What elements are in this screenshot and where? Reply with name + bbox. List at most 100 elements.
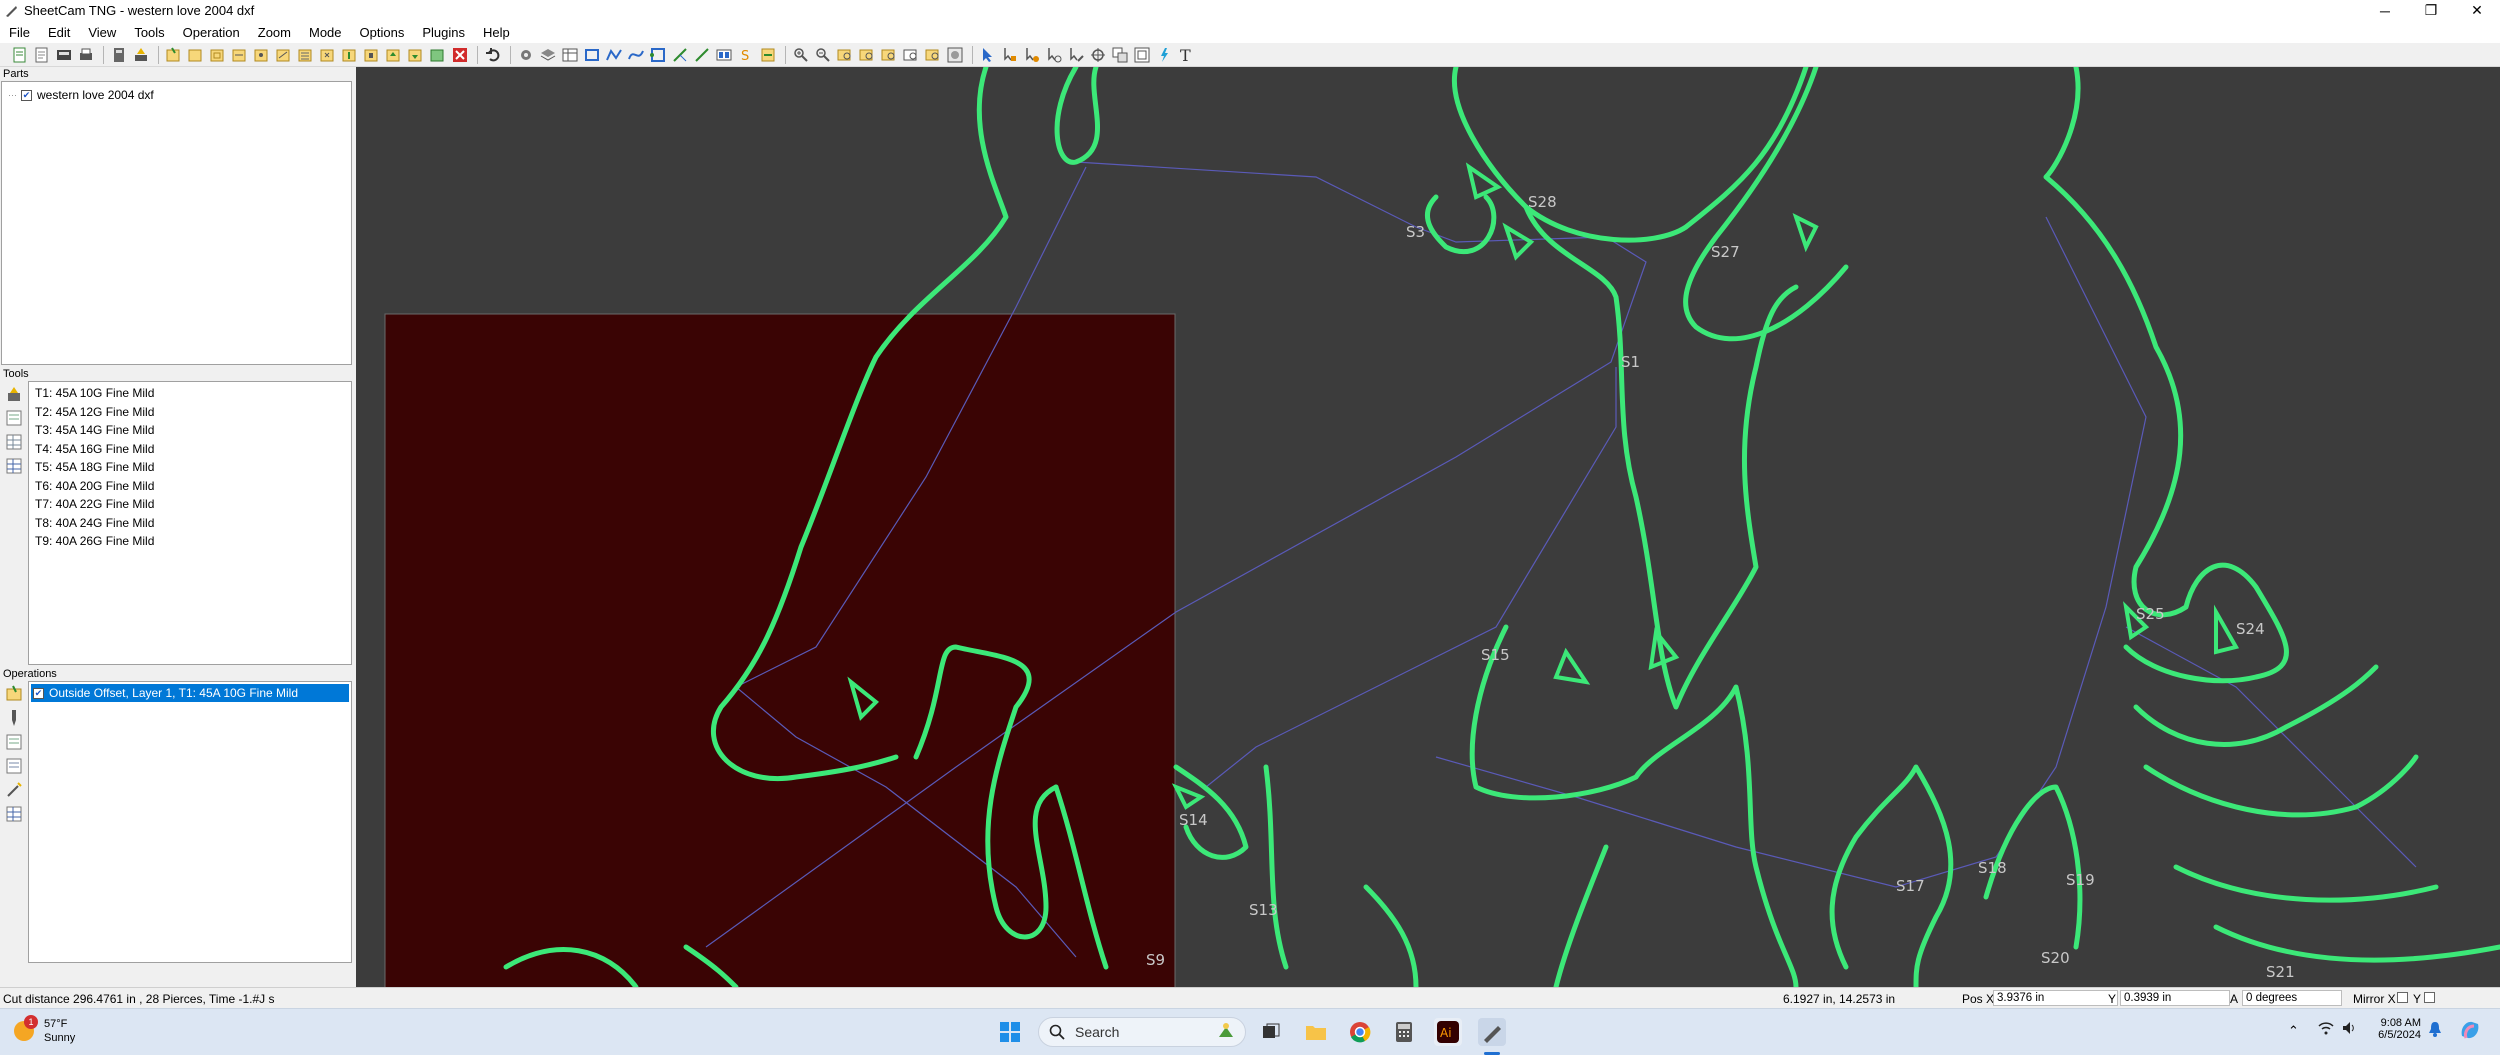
tool-item-t9[interactable]: T9: 40A 26G Fine Mild <box>35 532 345 551</box>
operation-scripted-icon[interactable] <box>318 45 337 64</box>
zoom-selection-icon[interactable] <box>901 45 920 64</box>
move-icon[interactable] <box>1110 45 1129 64</box>
calculator-icon[interactable] <box>109 45 128 64</box>
text-tool-icon[interactable]: T <box>1176 45 1195 64</box>
tool-item-t2[interactable]: T2: 45A 12G Fine Mild <box>35 403 345 422</box>
illustrator-icon[interactable]: Ai <box>1434 1018 1462 1046</box>
set-origin-icon[interactable] <box>1088 45 1107 64</box>
operation-inside-offset-icon[interactable] <box>208 45 227 64</box>
operation-drill-icon[interactable] <box>252 45 271 64</box>
operation-delete-icon[interactable] <box>450 45 469 64</box>
minimize-icon[interactable]: ─ <box>2362 0 2408 21</box>
close-icon[interactable]: ✕ <box>2454 0 2500 21</box>
zoom-part-icon[interactable] <box>857 45 876 64</box>
mirror-y-checkbox[interactable] <box>2424 992 2435 1003</box>
operation-wand-icon[interactable] <box>5 781 23 799</box>
tool-item-t7[interactable]: T7: 40A 22G Fine Mild <box>35 495 345 514</box>
new-tool-icon[interactable] <box>5 385 23 403</box>
operation-thread-icon[interactable] <box>296 45 315 64</box>
zoom-out-icon[interactable] <box>813 45 832 64</box>
calculator-app-icon[interactable] <box>1390 1018 1418 1046</box>
print-icon[interactable] <box>76 45 95 64</box>
machine-options-icon[interactable] <box>516 45 535 64</box>
operation-item-outside-offset[interactable]: ✔ Outside Offset, Layer 1, T1: 45A 10G F… <box>31 684 349 702</box>
nest-icon[interactable] <box>714 45 733 64</box>
operation-list-icon[interactable] <box>5 733 23 751</box>
operation-move-up-icon[interactable] <box>384 45 403 64</box>
select-hole-icon[interactable] <box>1044 45 1063 64</box>
operation-outside-offset-icon[interactable] <box>186 45 205 64</box>
operation-tool-change-icon[interactable] <box>340 45 359 64</box>
select-pointer-icon[interactable] <box>978 45 997 64</box>
menu-operation[interactable]: Operation <box>174 25 249 40</box>
draw-spline-icon[interactable] <box>626 45 645 64</box>
operation-checkbox[interactable]: ✔ <box>33 687 44 699</box>
menu-zoom[interactable]: Zoom <box>249 25 300 40</box>
menu-edit[interactable]: Edit <box>39 25 79 40</box>
plasma-torch-icon[interactable] <box>1154 45 1173 64</box>
tool-item-t4[interactable]: T4: 45A 16G Fine Mild <box>35 440 345 459</box>
zoom-all-icon[interactable] <box>835 45 854 64</box>
menu-plugins[interactable]: Plugins <box>413 25 474 40</box>
sort-paths-icon[interactable]: S <box>736 45 755 64</box>
tool-item-t6[interactable]: T6: 40A 20G Fine Mild <box>35 477 345 496</box>
show-hidden-icons-icon[interactable]: ⌃ <box>2288 1023 2299 1039</box>
tool-item-t1[interactable]: T1: 45A 10G Fine Mild <box>35 384 345 403</box>
angle-field[interactable]: 0 degrees <box>2242 990 2342 1006</box>
tool-item-t8[interactable]: T8: 40A 24G Fine Mild <box>35 514 345 533</box>
tool-table-icon[interactable] <box>5 433 23 451</box>
menu-file[interactable]: File <box>0 25 39 40</box>
zoom-in-icon[interactable] <box>791 45 810 64</box>
operation-pocket-icon[interactable] <box>230 45 249 64</box>
taskbar-search[interactable]: Search <box>1038 1017 1246 1047</box>
undo-icon[interactable] <box>483 45 502 64</box>
menu-mode[interactable]: Mode <box>300 25 351 40</box>
lead-in-icon[interactable] <box>670 45 689 64</box>
select-tab-icon[interactable] <box>1000 45 1019 64</box>
run-postprocessor-icon[interactable] <box>131 45 150 64</box>
operation-copy-icon[interactable] <box>428 45 447 64</box>
windows-start-icon[interactable] <box>996 1018 1024 1046</box>
select-edit-icon[interactable] <box>1066 45 1085 64</box>
menu-view[interactable]: View <box>79 25 125 40</box>
view-3d-icon[interactable] <box>945 45 964 64</box>
start-point-icon[interactable] <box>648 45 667 64</box>
operation-move-down-icon[interactable] <box>406 45 425 64</box>
mirror-x-checkbox[interactable] <box>2397 992 2408 1003</box>
copilot-icon[interactable] <box>2458 1018 2482 1045</box>
restore-icon[interactable]: ❐ <box>2408 0 2454 21</box>
table-icon[interactable] <box>560 45 579 64</box>
part-checkbox[interactable]: ✔ <box>21 89 32 101</box>
toolpath-drawing[interactable]: S28 S3 S27 S1 S15 S25 S24 S14 S13 S9 S17… <box>356 67 2500 987</box>
layers-icon[interactable] <box>538 45 557 64</box>
operation-settings-icon[interactable] <box>5 757 23 775</box>
sheetcam-taskbar-icon[interactable] <box>1478 1018 1506 1046</box>
menu-help[interactable]: Help <box>474 25 519 40</box>
file-explorer-icon[interactable] <box>1302 1018 1330 1046</box>
tool-list-icon[interactable] <box>5 457 23 475</box>
tool-library-icon[interactable] <box>5 409 23 427</box>
pos-y-field[interactable]: 0.3939 in <box>2120 990 2230 1006</box>
select-start-point-icon[interactable] <box>1022 45 1041 64</box>
new-job-icon[interactable] <box>10 45 29 64</box>
save-icon[interactable] <box>54 45 73 64</box>
wifi-icon[interactable] <box>2318 1021 2334 1038</box>
menu-options[interactable]: Options <box>351 25 414 40</box>
operation-engrave-icon[interactable] <box>274 45 293 64</box>
new-operation-side-icon[interactable] <box>5 685 23 703</box>
chrome-icon[interactable] <box>1346 1018 1374 1046</box>
menu-tools[interactable]: Tools <box>125 25 173 40</box>
notifications-bell-icon[interactable] <box>2428 1021 2442 1040</box>
measure-icon[interactable] <box>1132 45 1151 64</box>
zoom-sheet-icon[interactable] <box>879 45 898 64</box>
operation-stop-icon[interactable] <box>362 45 381 64</box>
operation-table-icon[interactable] <box>5 805 23 823</box>
task-view-icon[interactable] <box>1257 1018 1285 1046</box>
volume-icon[interactable] <box>2342 1021 2358 1038</box>
clock[interactable]: 9:08 AM 6/5/2024 <box>2363 1017 2421 1041</box>
zoom-window-icon[interactable] <box>923 45 942 64</box>
part-options-icon[interactable] <box>758 45 777 64</box>
new-operation-icon[interactable] <box>164 45 183 64</box>
drill-side-icon[interactable] <box>5 709 23 727</box>
parts-tree-item[interactable]: ··· ✔ western love 2004 dxf <box>8 88 154 102</box>
